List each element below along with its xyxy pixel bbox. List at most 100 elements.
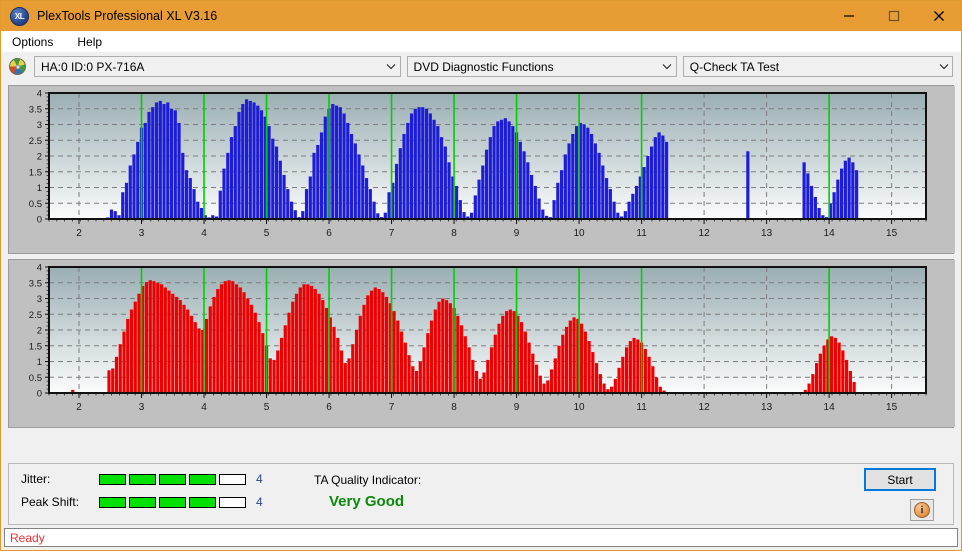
svg-text:15: 15 [886, 402, 898, 413]
meter-segment [129, 473, 156, 485]
svg-text:0: 0 [37, 215, 42, 226]
function-select[interactable]: DVD Diagnostic Functions [406, 56, 677, 77]
svg-text:2.5: 2.5 [29, 136, 42, 147]
app-logo-icon: XL [10, 6, 29, 26]
jitter-row: Jitter: 4 [21, 472, 263, 486]
svg-text:10: 10 [574, 402, 586, 413]
toolbar: HA:0 ID:0 PX-716A DVD Diagnostic Functio… [1, 52, 961, 81]
function-select-value: DVD Diagnostic Functions [413, 59, 554, 74]
svg-text:4: 4 [201, 228, 207, 239]
svg-text:1.5: 1.5 [29, 341, 42, 352]
status-text: Ready [10, 530, 45, 545]
svg-text:2: 2 [37, 152, 42, 163]
test-select[interactable]: Q-Check TA Test [682, 56, 953, 77]
meter-segment [189, 473, 216, 485]
meter-segment [219, 473, 246, 485]
svg-text:8: 8 [451, 402, 457, 413]
title-bar: XL PlexTools Professional XL V3.16 [1, 1, 961, 31]
drive-select-value: HA:0 ID:0 PX-716A [41, 59, 145, 74]
svg-text:12: 12 [699, 228, 711, 239]
svg-text:3.5: 3.5 [29, 278, 42, 289]
svg-text:1: 1 [37, 357, 42, 368]
svg-text:15: 15 [886, 228, 898, 239]
status-bar: Ready [4, 528, 958, 547]
svg-text:9: 9 [514, 228, 520, 239]
test-select-value: Q-Check TA Test [689, 59, 780, 74]
chevron-down-icon [383, 63, 400, 70]
svg-text:6: 6 [326, 402, 332, 413]
svg-text:3: 3 [37, 294, 42, 305]
ta-chart-jitter: 0 0.5 1 1.5 2 2.5 3 3.5 4 2 3 4 5 6 7 8 9 10 11 12 13 14 15 [8, 85, 955, 254]
svg-text:11: 11 [636, 228, 647, 239]
menu-options[interactable]: Options [9, 34, 56, 50]
svg-text:1: 1 [37, 183, 42, 194]
svg-text:1.5: 1.5 [29, 167, 42, 178]
ta-chart-peak-shift: 0 0.5 1 1.5 2 2.5 3 3.5 4 2 3 4 5 6 7 8 9 10 11 12 13 14 15 [8, 259, 955, 428]
peak-shift-label: Peak Shift: [21, 495, 80, 509]
svg-text:4: 4 [37, 89, 42, 100]
info-icon: i [914, 502, 930, 518]
window-controls [826, 1, 961, 31]
svg-text:0.5: 0.5 [29, 199, 42, 210]
jitter-label: Jitter: [21, 472, 51, 486]
svg-text:2.5: 2.5 [29, 310, 42, 321]
svg-text:14: 14 [824, 402, 836, 413]
meter-segment [159, 496, 186, 508]
maximize-button[interactable] [871, 1, 916, 31]
ta-quality-value: Very Good [329, 493, 405, 510]
svg-text:7: 7 [389, 402, 395, 413]
minimize-button[interactable] [826, 1, 871, 31]
menu-bar: Options Help [1, 31, 961, 52]
optical-disc-icon [9, 58, 26, 75]
peak-shift-row: Peak Shift: 4 [21, 495, 263, 509]
menu-help[interactable]: Help [74, 34, 105, 50]
svg-text:2: 2 [37, 326, 42, 337]
info-button[interactable]: i [910, 499, 934, 521]
svg-text:9: 9 [514, 402, 520, 413]
chevron-down-icon [935, 63, 952, 70]
drive-select[interactable]: HA:0 ID:0 PX-716A [34, 56, 401, 77]
ta-quality-label: TA Quality Indicator: [314, 473, 422, 487]
svg-text:0.5: 0.5 [29, 373, 42, 384]
meter-segment [99, 473, 126, 485]
svg-text:8: 8 [451, 228, 457, 239]
results-panel: Jitter: 4 Peak Shift: 4 TA Quality Indic… [8, 463, 954, 525]
svg-text:13: 13 [761, 228, 773, 239]
svg-text:12: 12 [699, 402, 711, 413]
close-button[interactable] [916, 1, 961, 31]
peak-shift-value: 4 [256, 495, 263, 509]
start-button[interactable]: Start [864, 468, 936, 491]
svg-text:2: 2 [76, 402, 82, 413]
svg-text:3: 3 [139, 402, 145, 413]
svg-text:3: 3 [37, 120, 42, 131]
meter-segment [159, 473, 186, 485]
svg-text:4: 4 [201, 402, 207, 413]
meter-segment [219, 496, 246, 508]
svg-text:10: 10 [574, 228, 586, 239]
ta-chart-peak-shift-plot: 0 0.5 1 1.5 2 2.5 3 3.5 4 2 3 4 5 6 7 8 9 10 11 12 13 14 15 [9, 260, 955, 427]
svg-text:3: 3 [139, 228, 145, 239]
meter-segment [99, 496, 126, 508]
svg-text:6: 6 [326, 228, 332, 239]
ta-chart-jitter-svg: 0 0.5 1 1.5 2 2.5 3 3.5 4 2 3 4 5 6 7 8 9 10 11 12 13 14 15 [9, 86, 955, 253]
ta-chart-jitter-plot: 0 0.5 1 1.5 2 2.5 3 3.5 4 2 3 4 5 6 7 8 9 10 11 12 13 14 15 [9, 86, 955, 253]
svg-text:13: 13 [761, 402, 773, 413]
svg-text:14: 14 [824, 228, 836, 239]
svg-text:2: 2 [76, 228, 82, 239]
ta-chart-peak-shift-svg: 0 0.5 1 1.5 2 2.5 3 3.5 4 2 3 4 5 6 7 8 9 10 11 12 13 14 15 [9, 260, 955, 427]
peak-shift-meter [99, 496, 246, 508]
jitter-value: 4 [256, 472, 263, 486]
svg-text:5: 5 [264, 402, 270, 413]
svg-text:4: 4 [37, 263, 42, 274]
svg-text:5: 5 [264, 228, 270, 239]
svg-text:3.5: 3.5 [29, 104, 42, 115]
charts-area: 0 0.5 1 1.5 2 2.5 3 3.5 4 2 3 4 5 6 7 8 9 10 11 12 13 14 15 00… [1, 85, 961, 428]
meter-segment [189, 496, 216, 508]
meter-segment [129, 496, 156, 508]
svg-text:0: 0 [37, 389, 42, 400]
jitter-meter [99, 473, 246, 485]
chevron-down-icon [659, 63, 676, 70]
svg-text:11: 11 [636, 402, 647, 413]
application-window: XL PlexTools Professional XL V3.16 Optio… [0, 0, 962, 551]
svg-text:7: 7 [389, 228, 395, 239]
